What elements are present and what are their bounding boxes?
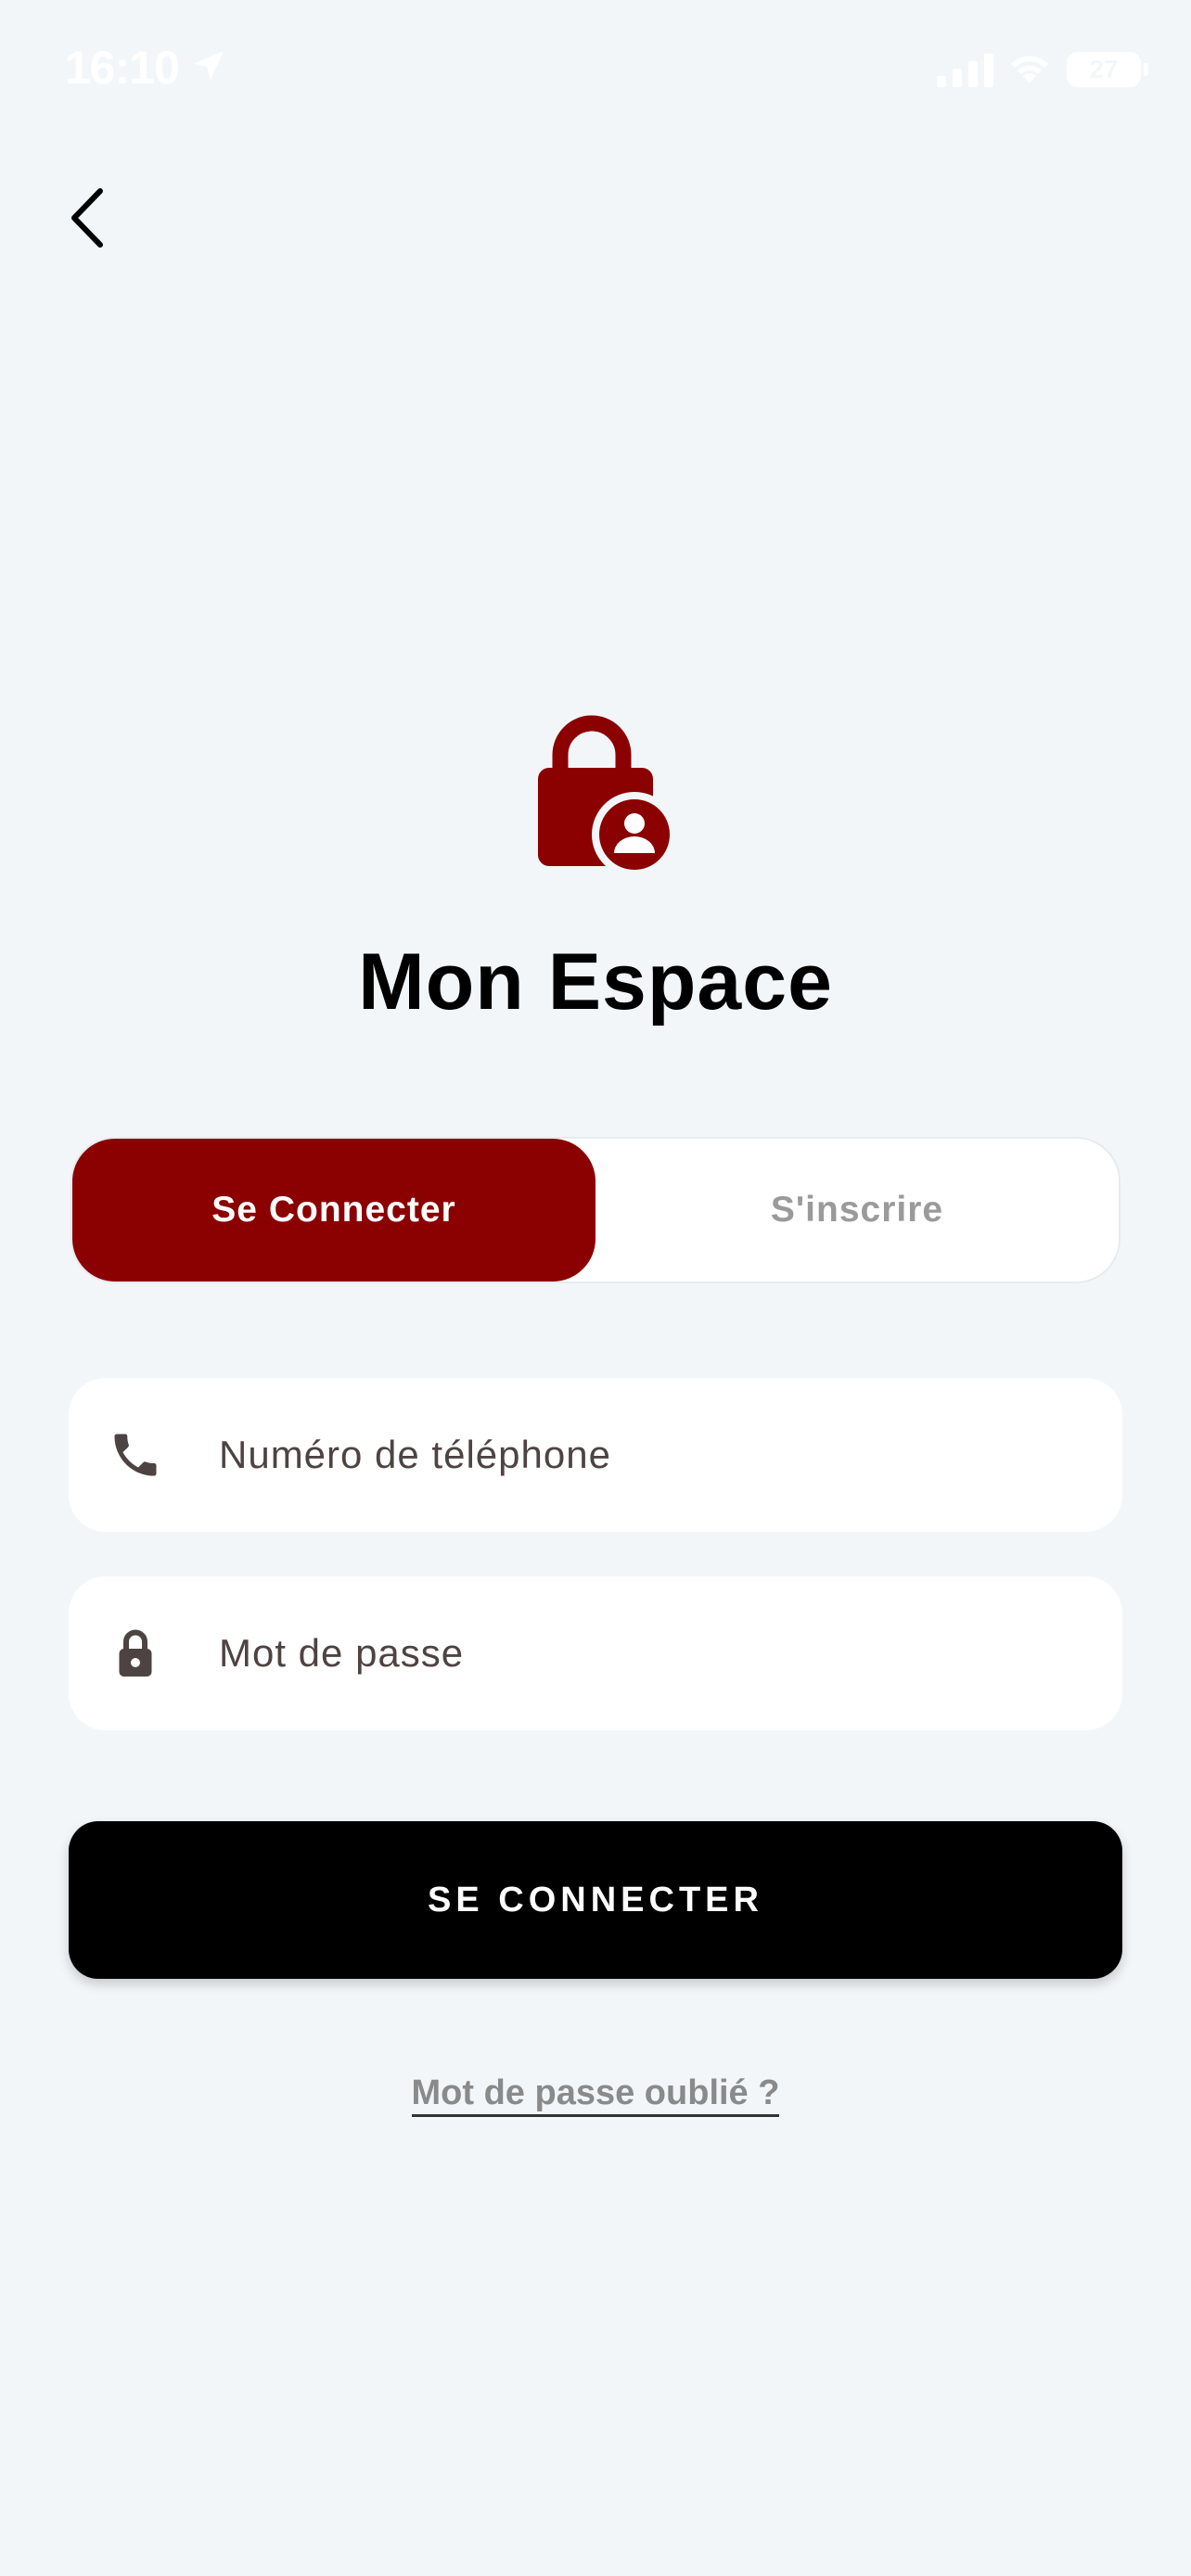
page-title: Mon Espace [358, 937, 833, 1027]
forgot-password-link[interactable]: Mot de passe oublié ? [411, 2073, 780, 2117]
back-button[interactable] [46, 176, 130, 260]
login-screen: 16:10 27 Mon Espace Se Connecter S'inscr… [0, 0, 1191, 2576]
lock-icon [119, 1629, 152, 1677]
status-time: 16:10 [65, 42, 180, 94]
tab-se-connecter[interactable]: Se Connecter [72, 1139, 596, 1282]
auth-tabs: Se Connecter S'inscrire [70, 1137, 1121, 1283]
phone-field[interactable] [69, 1378, 1122, 1532]
battery-icon: 27 [1067, 52, 1148, 87]
tab-s-inscrire[interactable]: S'inscrire [596, 1139, 1119, 1282]
login-button[interactable]: SE CONNECTER [69, 1821, 1122, 1979]
password-input[interactable] [219, 1576, 1122, 1730]
phone-icon [114, 1434, 157, 1476]
status-bar: 16:10 27 [0, 0, 1191, 139]
lock-user-icon [538, 715, 677, 877]
forgot-password-link-container: Mot de passe oublié ? [0, 2073, 1191, 2117]
wifi-icon [1011, 56, 1048, 83]
location-arrow-icon [194, 51, 224, 81]
phone-input[interactable] [219, 1378, 1122, 1532]
cellular-signal-icon [937, 54, 993, 87]
password-field[interactable] [69, 1576, 1122, 1730]
chevron-left-icon [71, 188, 103, 248]
